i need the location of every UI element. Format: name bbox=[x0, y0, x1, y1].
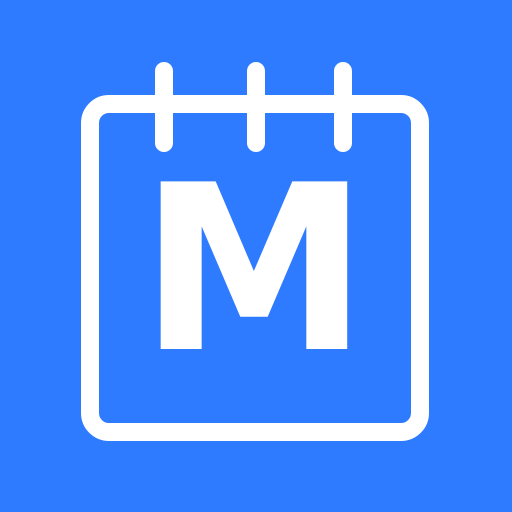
calendar-app-icon[interactable]: M bbox=[0, 0, 512, 512]
calendar-letter: M bbox=[139, 137, 369, 404]
